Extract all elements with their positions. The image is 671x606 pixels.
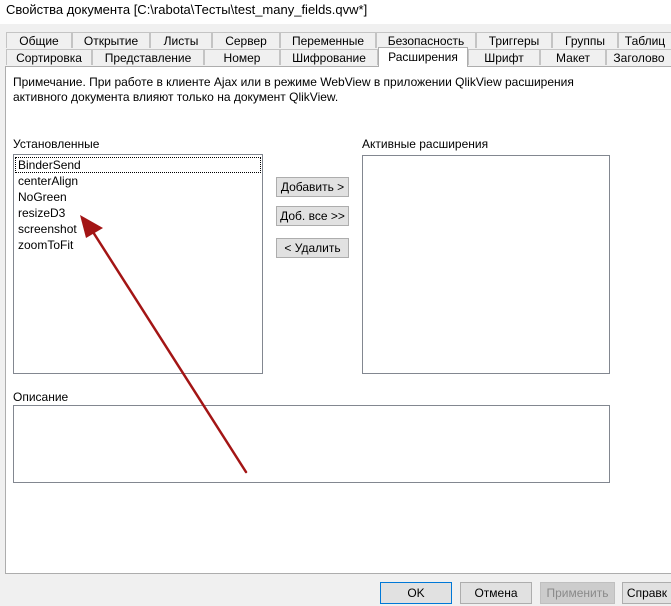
tab-extensions[interactable]: Расширения xyxy=(378,47,468,67)
cancel-button[interactable]: Отмена xyxy=(460,582,532,604)
help-button[interactable]: Справк xyxy=(622,582,671,604)
ok-button[interactable]: OK xyxy=(380,582,452,604)
apply-button[interactable]: Применить xyxy=(540,582,615,604)
annotation-arrow xyxy=(80,215,248,474)
